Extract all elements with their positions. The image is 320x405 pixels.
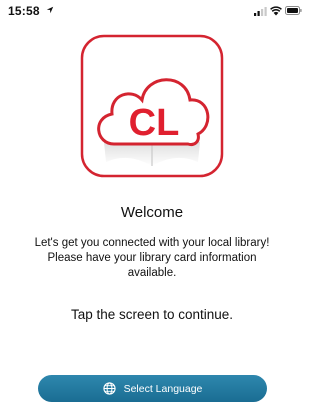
- battery-icon: [285, 6, 302, 15]
- select-language-label: Select Language: [123, 382, 203, 395]
- select-language-button[interactable]: Select Language: [38, 375, 267, 402]
- location-arrow-icon: [46, 6, 54, 14]
- intro-line: Please have your library card informatio…: [47, 252, 257, 264]
- status-time: 15:58: [8, 4, 40, 18]
- welcome-title: Welcome: [120, 204, 184, 221]
- cellular-signal-icon: [254, 7, 267, 16]
- intro-line: Let's get you connected with your local …: [34, 237, 270, 249]
- wifi-icon: [270, 6, 282, 16]
- tap-to-continue-hint[interactable]: Tap the screen to continue.: [0, 307, 304, 322]
- intro-text: Let's get you connected with your local …: [0, 236, 304, 281]
- status-bar: 15:58: [0, 0, 304, 24]
- logo-text: CL: [129, 102, 180, 144]
- intro-line: available.: [127, 267, 177, 279]
- app-logo: CL: [80, 34, 224, 178]
- globe-icon: [102, 382, 116, 395]
